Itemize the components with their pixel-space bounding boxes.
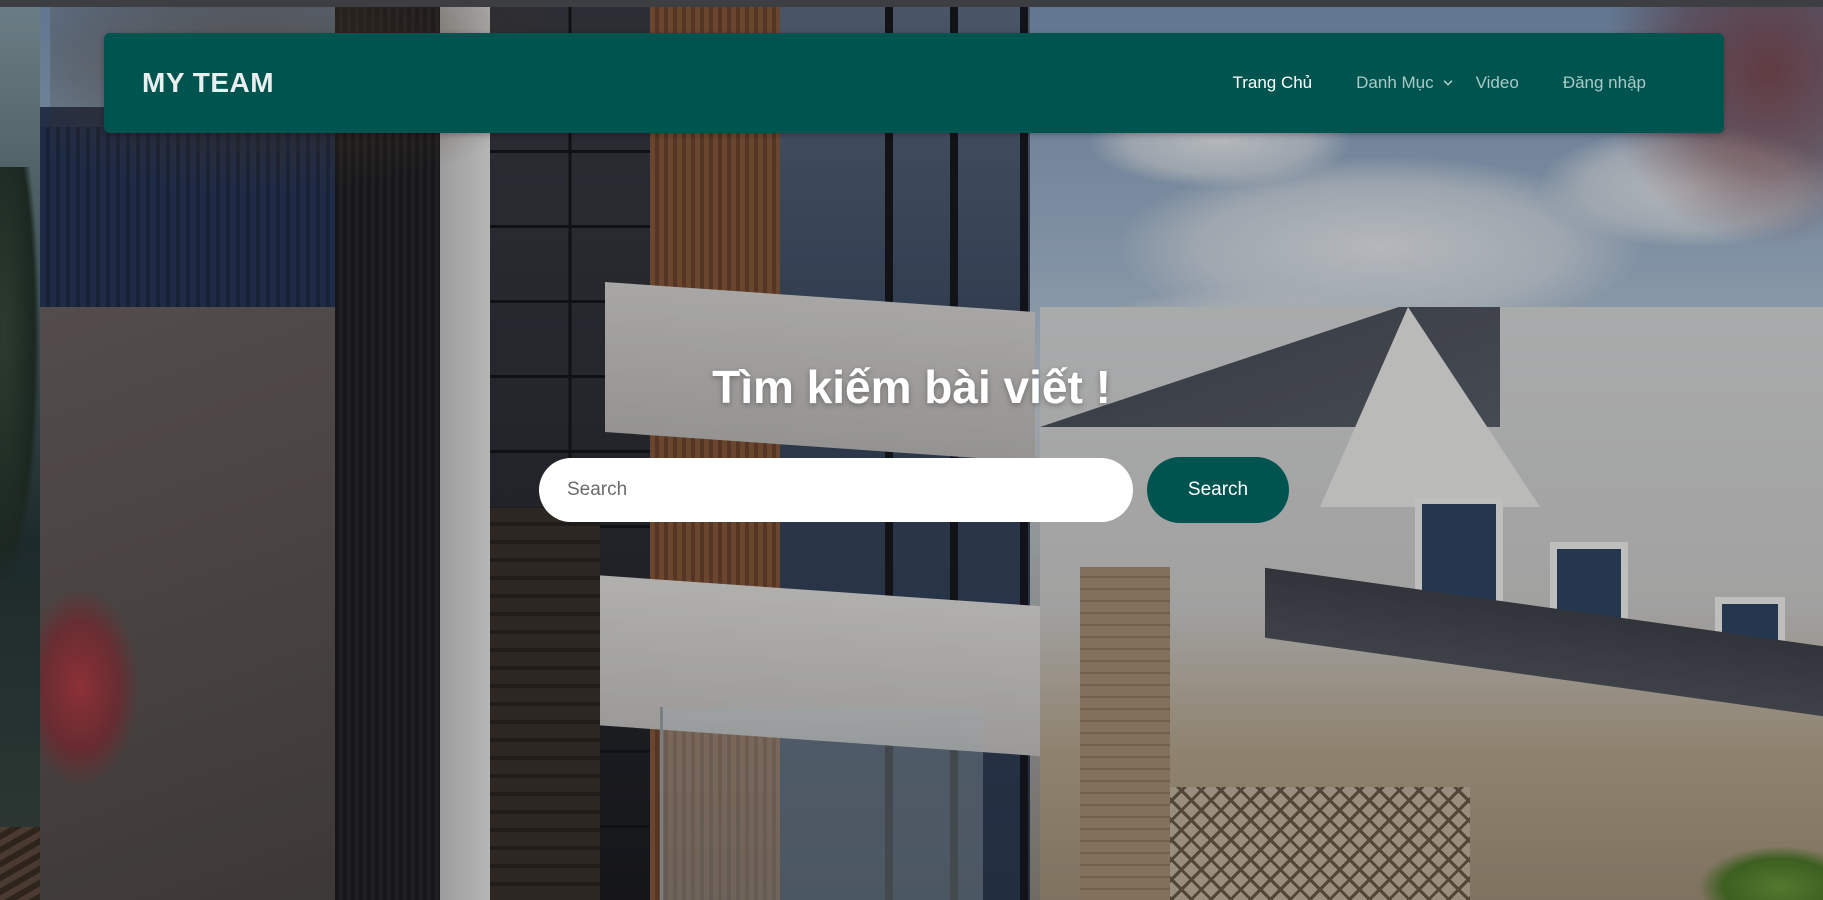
nav-item-login[interactable]: Đăng nhập (1541, 73, 1668, 93)
search-form: Search (539, 457, 1289, 523)
nav-item-categories-label: Danh Mục (1356, 73, 1434, 92)
main-navbar: MY TEAM Trang Chủ Danh Mục Video Đăng nh… (104, 33, 1724, 133)
brand-logo[interactable]: MY TEAM (142, 33, 274, 133)
browser-top-edge (0, 0, 1823, 7)
nav-menu: Trang Chủ Danh Mục Video Đăng nhập (1210, 33, 1668, 133)
hero-section (40, 7, 1823, 900)
nav-item-home[interactable]: Trang Chủ (1210, 73, 1334, 93)
chevron-down-icon (1443, 80, 1452, 86)
deck-shape (0, 827, 40, 900)
nav-item-video[interactable]: Video (1462, 73, 1541, 93)
hero-dark-overlay (40, 7, 1823, 900)
side-background-strip (0, 7, 40, 900)
page-title: Tìm kiếm bài viết ! (712, 361, 1111, 413)
search-button[interactable]: Search (1147, 457, 1289, 523)
search-input[interactable] (539, 458, 1133, 522)
nav-item-categories[interactable]: Danh Mục (1334, 73, 1461, 93)
